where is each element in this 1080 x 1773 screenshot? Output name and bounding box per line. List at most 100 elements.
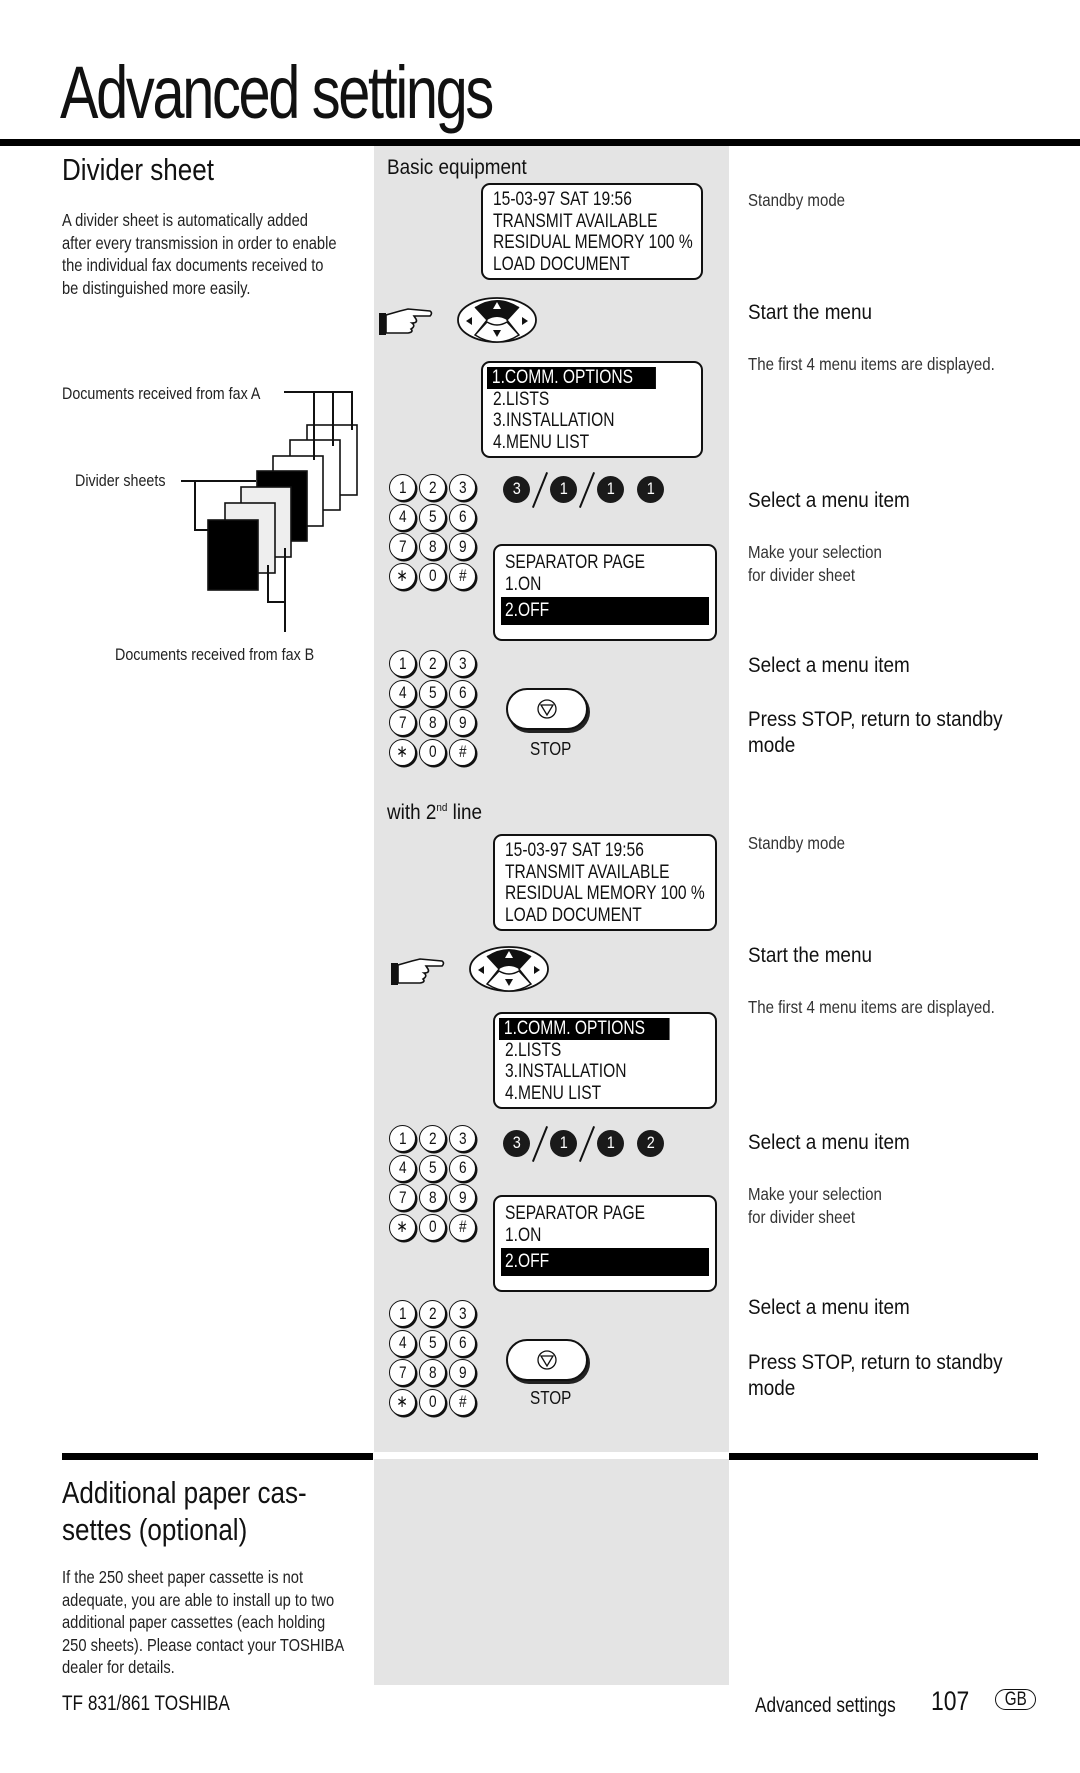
keypad-key[interactable]: 5	[419, 1154, 446, 1182]
key-label: 0	[428, 1392, 437, 1411]
keypad-icon[interactable]: 1 2 3 4 5 6 7 8 9 ∗ 0 #	[389, 1125, 477, 1243]
key-label: #	[458, 1392, 467, 1411]
keypad-key[interactable]: 3	[449, 474, 476, 501]
keypad-key[interactable]: 4	[389, 503, 416, 531]
page-number: 107	[931, 1686, 970, 1716]
keypad-key[interactable]: 3	[449, 1300, 476, 1327]
keypad-key[interactable]: 2	[419, 650, 446, 677]
keypad-key[interactable]: 4	[389, 1329, 416, 1357]
paragraph-line: after every transmission in order to ena…	[62, 232, 337, 253]
keypad-key[interactable]: #	[449, 1388, 476, 1416]
keypad-key[interactable]: #	[449, 1213, 476, 1241]
keypad-key[interactable]: 9	[449, 533, 476, 560]
keypad-key[interactable]: 2	[419, 1125, 446, 1152]
step-press-stop: Press STOP, return to standby mode	[748, 1350, 1003, 1402]
key-label: 8	[428, 536, 437, 556]
paragraph-line: be distinguished more easily.	[62, 277, 251, 298]
keypad-key[interactable]: 8	[419, 1184, 446, 1211]
keypad-key[interactable]: 0	[419, 1388, 446, 1416]
key-label: 4	[398, 507, 407, 526]
key-sequence: 3 1 1 1	[503, 473, 664, 505]
stop-triangle-icon	[537, 1350, 557, 1370]
keypad-key[interactable]: 6	[449, 679, 476, 707]
lcd-menu-display: 1.COMM. OPTIONS 2.LISTS 3.INSTALLATION 4…	[481, 361, 703, 458]
key-label: 1	[398, 1303, 407, 1323]
key-label: 0	[428, 566, 437, 585]
key-label: 9	[458, 1362, 467, 1382]
keypad-key[interactable]: 7	[389, 1359, 416, 1386]
note-line: Make your selection	[748, 1184, 882, 1204]
keypad-key[interactable]: 3	[449, 650, 476, 677]
keypad-key[interactable]: 5	[419, 1329, 446, 1357]
keypad-key[interactable]: 6	[449, 1154, 476, 1182]
keypad-key[interactable]: ∗	[389, 1388, 416, 1416]
page-title: Advanced settings	[60, 51, 494, 134]
step-first-four: The first 4 menu items are displayed.	[748, 997, 995, 1017]
lcd-line: SEPARATOR PAGE	[505, 552, 645, 573]
keypad-key[interactable]: 0	[419, 1213, 446, 1241]
section-heading-divider-sheet: Divider sheet	[62, 152, 214, 187]
navigation-pad-icon[interactable]	[455, 295, 539, 345]
step-first-four: The first 4 menu items are displayed.	[748, 354, 995, 374]
key-label: 2	[428, 1128, 437, 1148]
keypad-key[interactable]: 9	[449, 709, 476, 736]
keypad-icon[interactable]: 1 2 3 4 5 6 7 8 9 ∗ 0 #	[389, 474, 477, 592]
step-line: Press STOP, return to standby	[748, 1351, 1003, 1374]
keypad-key[interactable]: 5	[419, 503, 446, 531]
keypad-key[interactable]: 2	[419, 1300, 446, 1327]
keypad-key[interactable]: 8	[419, 709, 446, 736]
step-make-selection: Make your selection for divider sheet	[748, 1183, 882, 1229]
heading-text: with 2	[387, 801, 437, 824]
lcd-line: RESIDUAL MEMORY 100 %	[505, 883, 705, 904]
paragraph-line: adequate, you are able to install up to …	[62, 1589, 335, 1610]
paragraph-line: additional paper cassettes (each holding	[62, 1612, 326, 1632]
keypad-key[interactable]: #	[449, 738, 476, 766]
navigation-pad-icon[interactable]	[467, 944, 551, 994]
separator-slash	[533, 1127, 547, 1159]
keypad-key[interactable]: 9	[449, 1184, 476, 1211]
keypad-key[interactable]: 1	[389, 650, 416, 677]
stop-button[interactable]	[506, 1339, 588, 1381]
keypad-key[interactable]: 6	[449, 503, 476, 531]
procedure-column-lower	[374, 1459, 729, 1685]
title-rule	[0, 139, 1080, 146]
keypad-icon[interactable]: 1 2 3 4 5 6 7 8 9 ∗ 0 #	[389, 650, 477, 768]
keypad-key[interactable]: 7	[389, 533, 416, 560]
keypad-key[interactable]: ∗	[389, 1213, 416, 1241]
key-label: 7	[398, 1362, 407, 1382]
keypad-key[interactable]: 4	[389, 679, 416, 707]
key-label: 7	[398, 536, 407, 556]
key-circle: 2	[637, 1129, 664, 1157]
key-label: 6	[458, 1158, 467, 1177]
keypad-key[interactable]: 1	[389, 1300, 416, 1327]
keypad-key[interactable]: 9	[449, 1359, 476, 1386]
key-label: 1	[398, 477, 407, 497]
keypad-key[interactable]: 0	[419, 738, 446, 766]
keypad-key[interactable]: 7	[389, 1184, 416, 1211]
keypad-key[interactable]: 6	[449, 1329, 476, 1357]
keypad-key[interactable]: 8	[419, 1359, 446, 1386]
key-circle: 1	[597, 475, 624, 503]
keypad-icon[interactable]: 1 2 3 4 5 6 7 8 9 ∗ 0 #	[389, 1300, 477, 1418]
stop-label: STOP	[530, 1388, 572, 1408]
keypad-key[interactable]: 3	[449, 1125, 476, 1152]
keypad-key[interactable]: ∗	[389, 738, 416, 766]
keypad-key[interactable]: 1	[389, 1125, 416, 1152]
key-label: ∗	[396, 1217, 409, 1236]
step-press-stop: Press STOP, return to standby mode	[748, 707, 1003, 759]
key-label: 9	[458, 712, 467, 732]
keypad-key[interactable]: 1	[389, 474, 416, 501]
keypad-key[interactable]: #	[449, 562, 476, 590]
keypad-key[interactable]: 7	[389, 709, 416, 736]
keypad-key[interactable]: ∗	[389, 562, 416, 590]
language-badge: GB	[995, 1689, 1037, 1710]
keypad-key[interactable]: 8	[419, 533, 446, 560]
keypad-key[interactable]: 5	[419, 679, 446, 707]
lcd-line-highlighted: 1.COMM. OPTIONS	[499, 1018, 670, 1040]
key-label: ∗	[396, 1392, 409, 1411]
keypad-key[interactable]: 0	[419, 562, 446, 590]
keypad-key[interactable]: 2	[419, 474, 446, 501]
stop-button[interactable]	[506, 688, 588, 730]
keypad-key[interactable]: 4	[389, 1154, 416, 1182]
paragraph-line: dealer for details.	[62, 1657, 175, 1677]
